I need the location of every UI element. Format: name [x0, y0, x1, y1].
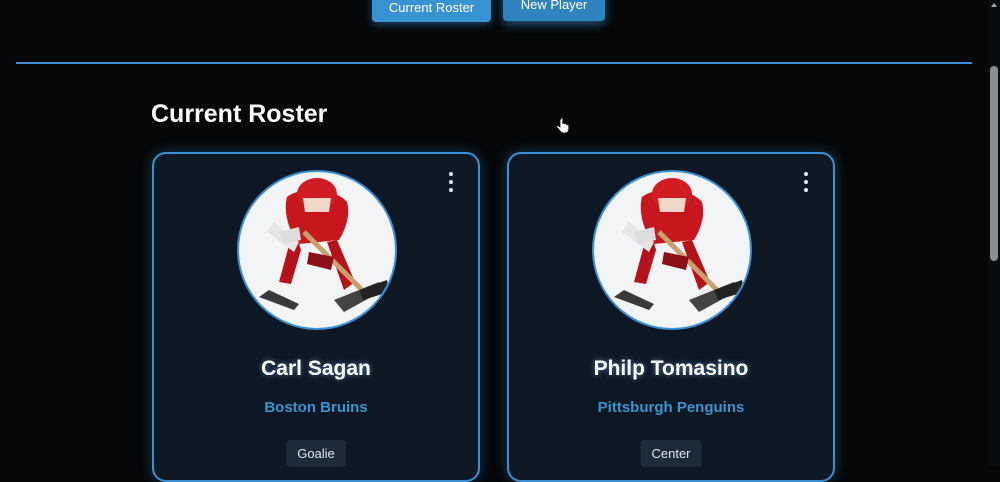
team-name: Pittsburgh Penguins: [597, 399, 745, 416]
pointer-cursor-icon: [556, 117, 570, 134]
vertical-scrollbar[interactable]: [988, 0, 1000, 467]
player-name: Philp Tomasino: [593, 357, 749, 380]
new-player-button[interactable]: New Player: [503, 0, 605, 21]
player-name: Carl Sagan: [261, 357, 371, 380]
header-divider: [16, 62, 972, 64]
player-card[interactable]: Philp Tomasino Pittsburgh Penguins Cente…: [507, 152, 835, 482]
player-card[interactable]: Carl Sagan Boston Bruins Goalie: [152, 152, 480, 482]
current-roster-button[interactable]: Current Roster: [372, 0, 491, 22]
hockey-player-avatar: [592, 170, 752, 330]
scrollbar-thumb[interactable]: [990, 66, 998, 261]
kebab-menu-icon[interactable]: [803, 172, 809, 192]
position-badge: Center: [640, 440, 702, 467]
kebab-menu-icon[interactable]: [448, 172, 454, 192]
hockey-player-avatar: [237, 170, 397, 330]
position-badge: Goalie: [286, 440, 346, 467]
team-name: Boston Bruins: [264, 399, 368, 416]
scroll-up-icon[interactable]: [991, 3, 997, 7]
page-title: Current Roster: [151, 100, 328, 128]
